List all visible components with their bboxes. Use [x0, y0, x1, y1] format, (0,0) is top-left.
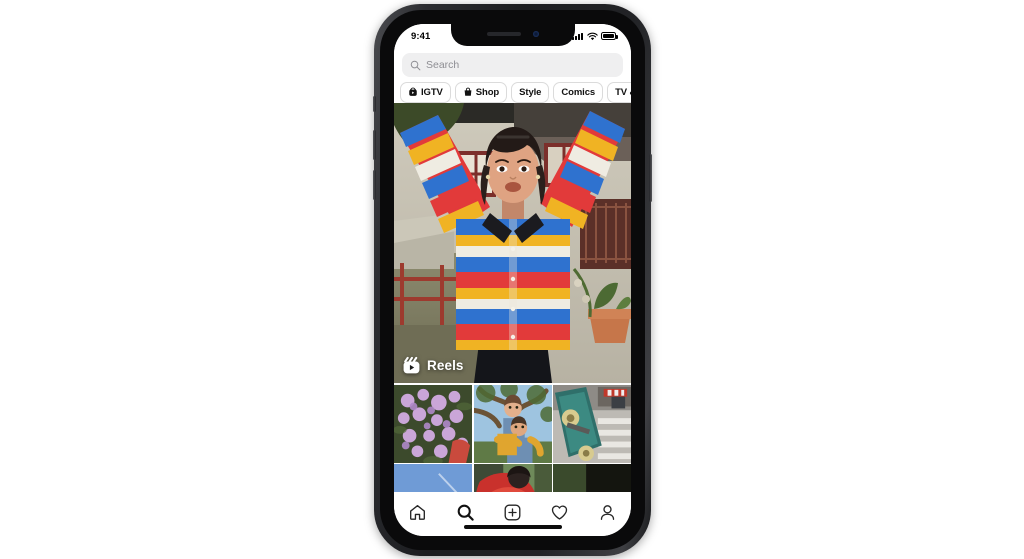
chip-igtv[interactable]: IGTV: [400, 81, 451, 103]
wifi-icon: [586, 32, 598, 40]
status-bar-indicators: [572, 32, 619, 41]
shop-bag-icon: [464, 87, 472, 96]
front-camera-icon: [532, 31, 539, 37]
explore-feed[interactable]: Reels: [394, 103, 631, 492]
tab-home[interactable]: [404, 501, 432, 523]
grid-tile-skateboard[interactable]: [553, 384, 631, 463]
grid-tile-image: [394, 464, 472, 492]
chip-label: Comics: [561, 86, 596, 98]
category-chip-row[interactable]: IGTV Shop Style Comics TV & Movies: [394, 81, 631, 103]
home-icon: [410, 504, 426, 520]
grid-tile-flowers[interactable]: [394, 384, 472, 463]
hero-reel-image: [394, 103, 631, 383]
chip-label: Shop: [475, 86, 500, 98]
status-bar-time: 9:41: [411, 30, 431, 42]
chip-shop[interactable]: Shop: [454, 81, 508, 103]
page-canvas: 9:41 Search IGTV Shop Style Comics TV Re…: [0, 0, 1024, 559]
phone-device-frame: 9:41 Search IGTV Shop Style Comics TV Re…: [373, 4, 652, 556]
grid-tile-red-dress[interactable]: [473, 464, 552, 492]
plus-square-icon: [504, 504, 521, 520]
tab-search[interactable]: [451, 501, 479, 523]
search-input[interactable]: Search: [402, 53, 623, 77]
hero-reel-tile[interactable]: Reels: [394, 103, 631, 383]
home-indicator[interactable]: [463, 525, 562, 529]
grid-tile-image: [553, 384, 631, 463]
grid-tile-children[interactable]: [473, 384, 552, 463]
earpiece-speaker-icon: [486, 32, 521, 36]
grid-tile-portrait[interactable]: [553, 464, 631, 492]
mute-switch-button[interactable]: [373, 96, 376, 112]
chip-label: Style: [519, 86, 542, 98]
search-bar-container: Search: [394, 48, 631, 81]
search-icon: [410, 60, 421, 70]
battery-full-icon: [601, 32, 618, 40]
grid-tile-sky-hands[interactable]: [394, 464, 472, 492]
chip-label: IGTV: [421, 86, 443, 98]
chip-tv-and-movies[interactable]: TV & Movies: [607, 81, 631, 103]
chip-label: TV & Movies: [615, 86, 631, 98]
person-icon: [600, 504, 614, 520]
phone-screen: 9:41 Search IGTV Shop Style Comics TV Re…: [394, 24, 631, 536]
chip-comics[interactable]: Comics: [553, 81, 604, 103]
grid-tile-image: [473, 464, 552, 492]
search-icon: [457, 504, 474, 521]
grid-tile-image: [394, 384, 472, 463]
volume-up-button[interactable]: [373, 130, 376, 160]
igtv-icon: [409, 87, 417, 96]
reels-badge: Reels: [402, 356, 464, 375]
display-notch: [450, 24, 575, 46]
power-button[interactable]: [649, 154, 652, 202]
tab-profile[interactable]: [593, 501, 621, 523]
volume-down-button[interactable]: [373, 170, 376, 200]
heart-icon: [552, 505, 568, 520]
bottom-tab-bar[interactable]: [394, 492, 631, 536]
search-placeholder-text: Search: [426, 59, 460, 71]
grid-tile-image: [473, 384, 552, 463]
tab-create[interactable]: [498, 501, 526, 523]
grid-tile-image: [553, 464, 631, 492]
chip-style[interactable]: Style: [511, 81, 550, 103]
tab-activity[interactable]: [546, 501, 574, 523]
explore-grid: [394, 383, 631, 492]
reels-clapperboard-icon: [403, 356, 420, 374]
reels-badge-label: Reels: [427, 358, 464, 373]
